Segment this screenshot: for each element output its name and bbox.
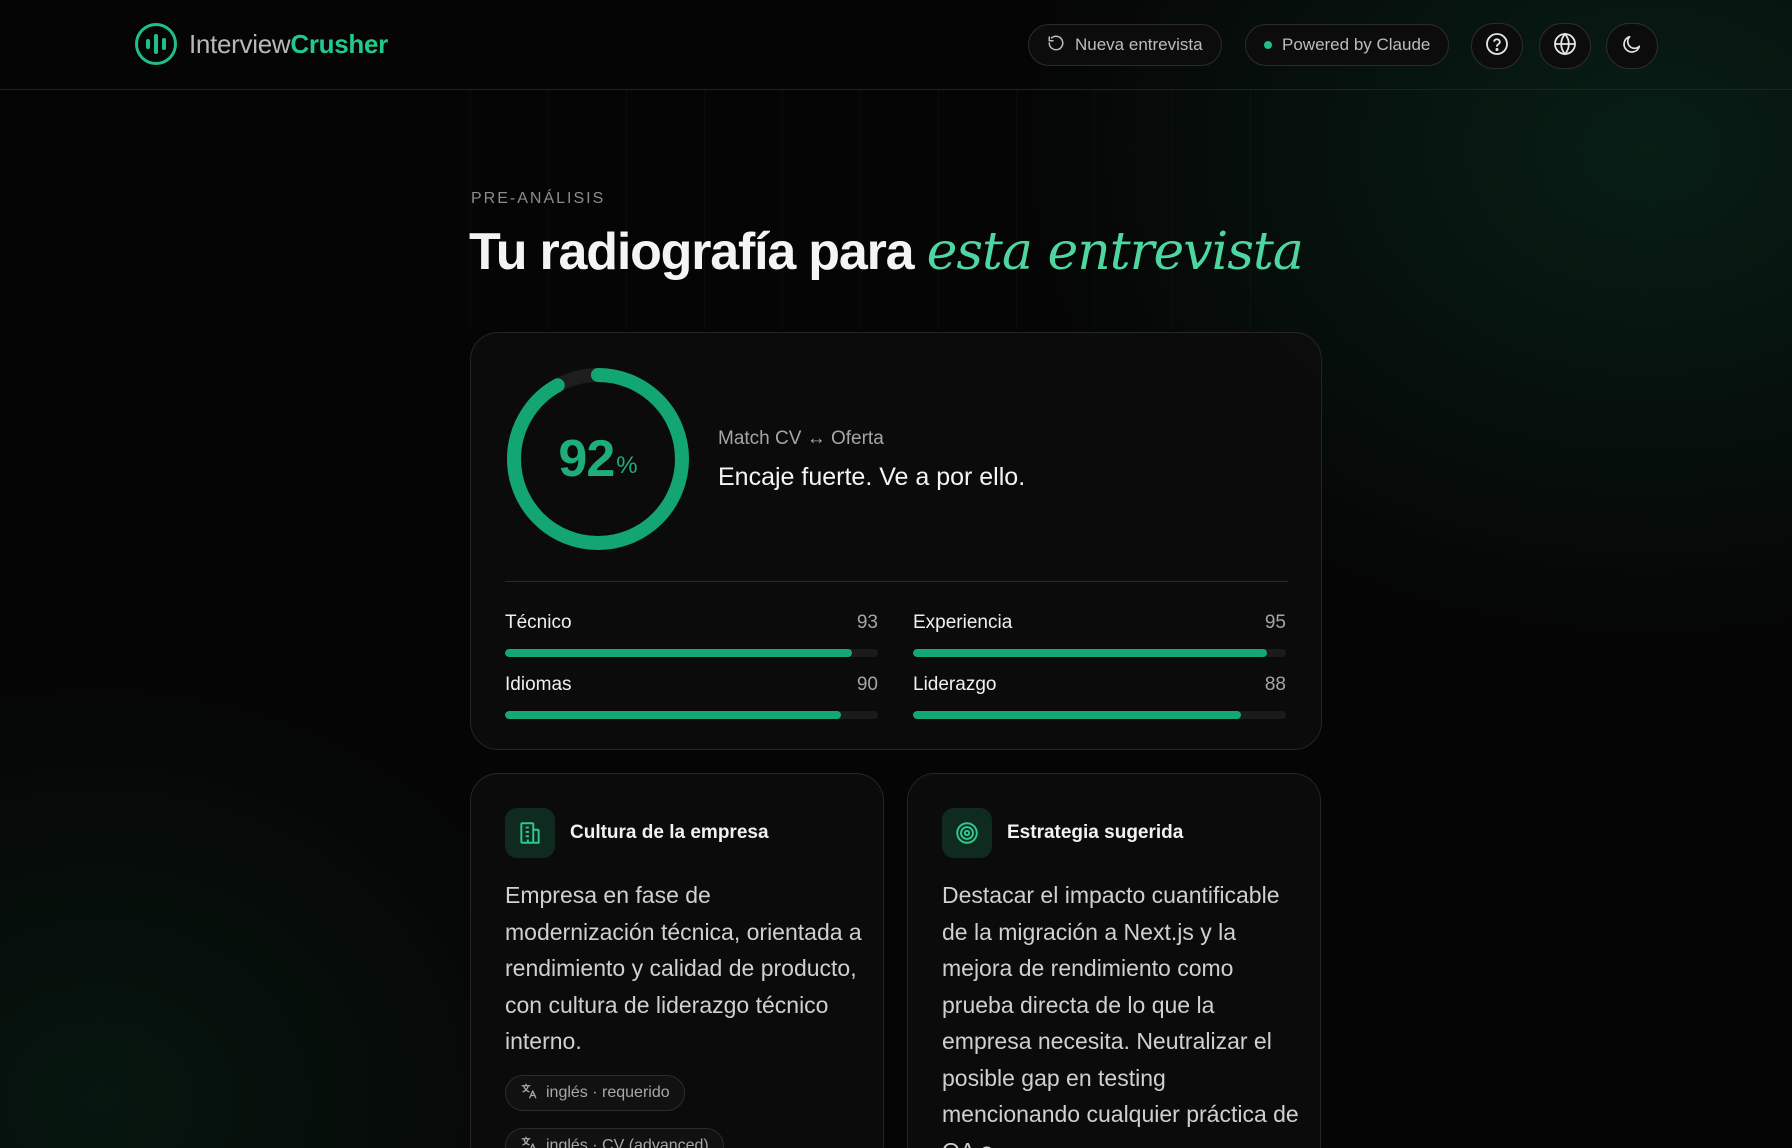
metric-bar-fill (505, 711, 841, 719)
metric-value: 88 (1264, 674, 1286, 695)
match-score-value: 92% (505, 366, 691, 552)
card-header: Cultura de la empresa (505, 808, 769, 858)
app-name: InterviewCrusher (189, 29, 388, 60)
match-score-number: 92 (558, 430, 615, 488)
tag-label: inglés · requerido (546, 1084, 670, 1101)
powered-by-label: Powered by Claude (1282, 35, 1431, 54)
translate-icon (520, 1082, 538, 1105)
metric-name: Liderazgo (913, 674, 997, 695)
powered-by-badge: Powered by Claude (1245, 24, 1450, 66)
metric-idiomas: Idiomas 90 (505, 674, 878, 719)
new-interview-button[interactable]: Nueva entrevista (1028, 24, 1222, 66)
language-button[interactable] (1539, 23, 1591, 69)
page-title: Tu radiografía para esta entrevista (469, 222, 1304, 282)
metric-bar-track (505, 649, 878, 657)
translate-icon (520, 1135, 538, 1148)
match-score-unit: % (616, 452, 638, 479)
tag-chip: inglés · requerido (505, 1075, 685, 1111)
metric-name: Técnico (505, 612, 572, 633)
new-interview-label: Nueva entrevista (1075, 35, 1203, 54)
metric-value: 95 (1264, 612, 1286, 633)
metric-name: Idiomas (505, 674, 572, 695)
match-score-card: 92% Match CV ↔ Oferta Encaje fuerte. Ve … (470, 332, 1322, 750)
top-bar: InterviewCrusher Nueva entrevista Powere… (0, 0, 1792, 90)
metric-bar-fill (505, 649, 852, 657)
match-verdict: Encaje fuerte. Ve a por ello. (718, 463, 1026, 491)
card-body: Destacar el impacto cuantificable de la … (942, 882, 1299, 1148)
help-circle-icon (1485, 32, 1509, 61)
card-header: Estrategia sugerida (942, 808, 1183, 858)
metric-value: 90 (856, 674, 878, 695)
building-icon (505, 808, 555, 858)
tag-chip: inglés · CV (advanced) (505, 1128, 724, 1148)
metric-liderazgo: Liderazgo 88 (913, 674, 1286, 719)
app-name-part2: Crusher (290, 28, 388, 59)
metric-bar-fill (913, 711, 1242, 719)
audio-bars-icon (135, 23, 177, 65)
page-title-accent: esta entrevista (926, 222, 1304, 282)
globe-icon (1553, 32, 1577, 61)
match-label: Match CV ↔ Oferta (718, 428, 884, 449)
card-body: Empresa en fase de modernización técnica… (505, 882, 862, 1054)
divider (505, 581, 1288, 582)
metric-experiencia: Experiencia 95 (913, 612, 1286, 657)
company-culture-card: Cultura de la empresa Empresa en fase de… (470, 773, 884, 1148)
suggested-strategy-card: Estrategia sugerida Destacar el impacto … (907, 773, 1321, 1148)
metric-value: 93 (856, 612, 878, 633)
help-button[interactable] (1471, 23, 1523, 69)
section-eyebrow: PRE-ANÁLISIS (471, 190, 606, 207)
app-logo[interactable]: InterviewCrusher (135, 23, 388, 65)
page-title-main: Tu radiografía para (469, 223, 927, 281)
refresh-icon (1047, 34, 1065, 57)
metric-bar-track (913, 711, 1286, 719)
app-name-part1: Interview (189, 28, 291, 59)
metric-bar-track (505, 711, 878, 719)
metric-name: Experiencia (913, 612, 1013, 633)
moon-icon (1621, 33, 1643, 60)
theme-toggle-button[interactable] (1606, 23, 1658, 69)
metric-bar-track (913, 649, 1286, 657)
card-title: Estrategia sugerida (1007, 822, 1184, 843)
status-dot (1264, 41, 1272, 49)
card-title: Cultura de la empresa (570, 822, 769, 843)
target-icon (942, 808, 992, 858)
metric-tecnico: Técnico 93 (505, 612, 878, 657)
metric-bar-fill (913, 649, 1268, 657)
tag-label: inglés · CV (advanced) (546, 1137, 709, 1148)
